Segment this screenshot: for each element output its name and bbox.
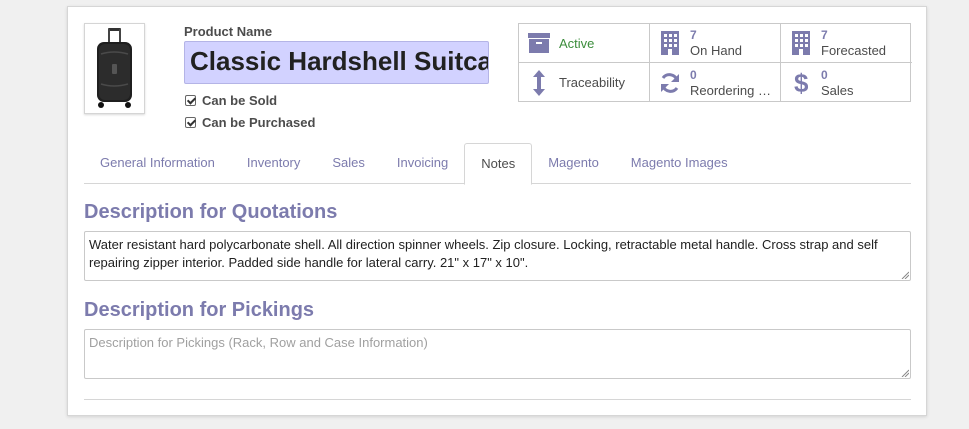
traceability-label: Traceability	[559, 75, 625, 90]
tab-notes[interactable]: Notes	[464, 143, 533, 185]
can-be-purchased-label: Can be Purchased	[202, 115, 316, 130]
archive-icon	[519, 33, 559, 53]
arrows-v-icon	[519, 69, 559, 96]
sales-button[interactable]: $ 0 Sales	[781, 63, 912, 102]
tab-sales[interactable]: Sales	[316, 143, 381, 184]
pickings-description-placeholder: Description for Pickings (Rack, Row and …	[89, 335, 428, 350]
pickings-description-title: Description for Pickings	[84, 299, 315, 321]
product-form-sheet: Product Name Classic Hardshell Suitcase …	[67, 6, 927, 416]
resize-grip-icon[interactable]	[901, 271, 909, 279]
on-hand-value: 7	[690, 28, 697, 42]
building-icon	[650, 31, 690, 55]
building-icon	[781, 31, 821, 55]
tab-inventory[interactable]: Inventory	[231, 143, 316, 184]
quotations-description-title: Description for Quotations	[84, 201, 338, 223]
refresh-icon	[650, 72, 690, 94]
tab-magento[interactable]: Magento	[532, 143, 615, 184]
suitcase-image	[97, 28, 132, 108]
sales-value: 0	[821, 67, 828, 82]
product-name-label: Product Name	[184, 24, 273, 39]
svg-text:$: $	[794, 70, 808, 96]
forecasted-button[interactable]: 7 Forecasted	[781, 24, 912, 63]
traceability-button[interactable]: Traceability	[519, 63, 650, 102]
can-be-sold-checkbox[interactable]	[185, 95, 196, 106]
can-be-sold-row[interactable]: Can be Sold	[185, 93, 277, 108]
forecasted-label: Forecasted	[821, 43, 887, 58]
resize-grip-icon[interactable]	[901, 369, 909, 377]
reordering-rules-value: 0	[690, 67, 697, 82]
active-button[interactable]: Active	[519, 24, 650, 63]
sales-label: Sales	[821, 82, 854, 98]
can-be-sold-label: Can be Sold	[202, 93, 278, 108]
can-be-purchased-row[interactable]: Can be Purchased	[185, 115, 315, 130]
tab-general-information[interactable]: General Information	[84, 143, 231, 184]
tab-magento-images[interactable]: Magento Images	[615, 143, 744, 184]
dollar-icon: $	[781, 70, 821, 96]
notebook-tabs: General Information Inventory Sales Invo…	[84, 143, 911, 185]
can-be-purchased-checkbox[interactable]	[185, 117, 196, 128]
smart-buttons-box: Active 7 On Hand 7 Forecasted Traceabili…	[518, 23, 912, 102]
active-label: Active	[559, 35, 595, 51]
product-name-input[interactable]: Classic Hardshell Suitcase	[184, 41, 489, 84]
quotations-description-field[interactable]: Water resistant hard polycarbonate shell…	[84, 231, 911, 281]
tab-invoicing[interactable]: Invoicing	[381, 143, 464, 184]
product-image[interactable]	[84, 23, 145, 114]
pickings-description-field[interactable]: Description for Pickings (Rack, Row and …	[84, 329, 911, 379]
reordering-rules-button[interactable]: 0 Reordering R…	[650, 63, 781, 102]
reordering-rules-label: Reordering R…	[690, 82, 780, 98]
forecasted-value: 7	[821, 28, 828, 42]
on-hand-label: On Hand	[690, 43, 743, 58]
quotations-description-text: Water resistant hard polycarbonate shell…	[89, 237, 878, 270]
divider	[84, 399, 911, 400]
on-hand-button[interactable]: 7 On Hand	[650, 24, 781, 63]
